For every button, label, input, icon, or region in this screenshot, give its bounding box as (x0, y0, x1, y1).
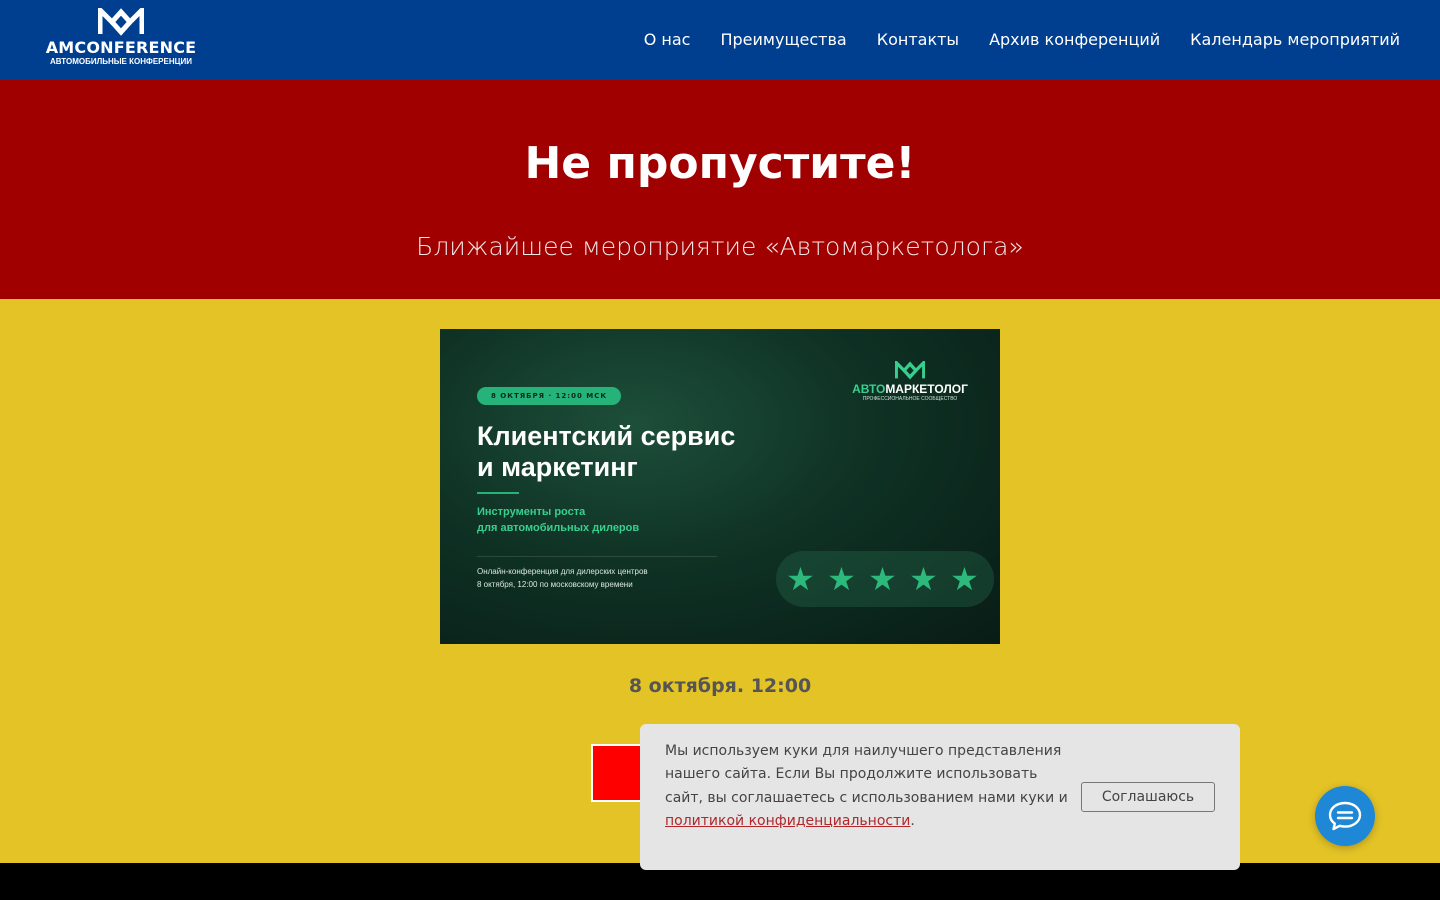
star-icon: ★ (868, 560, 897, 598)
star-icon: ★ (786, 560, 815, 598)
chat-bubble-icon (1328, 801, 1362, 831)
chat-button[interactable] (1315, 786, 1375, 846)
banner-title: Клиентский сервис и маркетинг (477, 421, 736, 482)
banner-brand-rest: МАРКЕТОЛОГ (885, 382, 968, 396)
star-icon: ★ (950, 560, 979, 598)
star-icon: ★ (827, 560, 856, 598)
logo-title: AMCONFERENCE (45, 38, 197, 57)
hero-subtitle: Ближайшее мероприятие «Автомаркетолога» (416, 232, 1024, 261)
cookie-accept-button[interactable]: Соглашаюсь (1081, 782, 1215, 812)
cookie-message-end: . (910, 812, 915, 829)
banner-brand-subtitle: ПРОФЕССИОНАЛЬНОЕ СООБЩЕСТВО (862, 396, 958, 402)
banner-logo: АВТОМАРКЕТОЛОГ ПРОФЕССИОНАЛЬНОЕ СООБЩЕСТ… (850, 361, 970, 403)
main-nav: О нас Преимущества Контакты Архив конфер… (644, 30, 1400, 50)
banner-subtitle: Инструменты роста для автомобильных диле… (477, 506, 640, 534)
logo-subtitle: АВТОМОБИЛЬНЫЕ КОНФЕРЕНЦИИ (50, 57, 192, 66)
banner-brand: АВТОМАРКЕТОЛОГ (850, 382, 970, 396)
cookie-text: Мы используем куки для наилучшего предст… (665, 740, 1075, 833)
banner-brand-accent: АВТО (852, 382, 886, 396)
cookie-message: Мы используем куки для наилучшего предст… (665, 743, 1068, 806)
nav-archive[interactable]: Архив конференций (989, 30, 1160, 50)
rating-stars: ★ ★ ★ ★ ★ (780, 555, 985, 603)
event-badge: 8 ОКТЯБРЯ · 12:00 МСК (477, 387, 622, 405)
nav-contacts[interactable]: Контакты (877, 30, 959, 50)
site-header: AMCONFERENCE АВТОМОБИЛЬНЫЕ КОНФЕРЕНЦИИ О… (0, 0, 1440, 80)
banner-info: Онлайн-конференция для дилерских центров… (477, 567, 648, 589)
hero-section: Не пропустите! Ближайшее мероприятие «Ав… (0, 80, 1440, 299)
event-banner[interactable]: 8 ОКТЯБРЯ · 12:00 МСК Клиентский сервис … (440, 329, 1000, 644)
site-logo[interactable]: AMCONFERENCE АВТОМОБИЛЬНЫЕ КОНФЕРЕНЦИИ (45, 8, 197, 72)
hero-title: Не пропустите! (524, 138, 916, 189)
banner-divider (477, 556, 717, 557)
event-date: 8 октября. 12:00 (628, 675, 812, 697)
nav-about[interactable]: О нас (644, 30, 691, 50)
banner-accent-line (477, 492, 519, 494)
am-monogram-icon (98, 8, 144, 36)
star-icon: ★ (909, 560, 938, 598)
nav-calendar[interactable]: Календарь мероприятий (1190, 30, 1400, 50)
am-monogram-icon (895, 361, 925, 380)
privacy-policy-link[interactable]: политикой конфиденциальности (665, 813, 910, 829)
cookie-banner: Мы используем куки для наилучшего предст… (640, 724, 1240, 870)
nav-advantages[interactable]: Преимущества (720, 30, 846, 50)
